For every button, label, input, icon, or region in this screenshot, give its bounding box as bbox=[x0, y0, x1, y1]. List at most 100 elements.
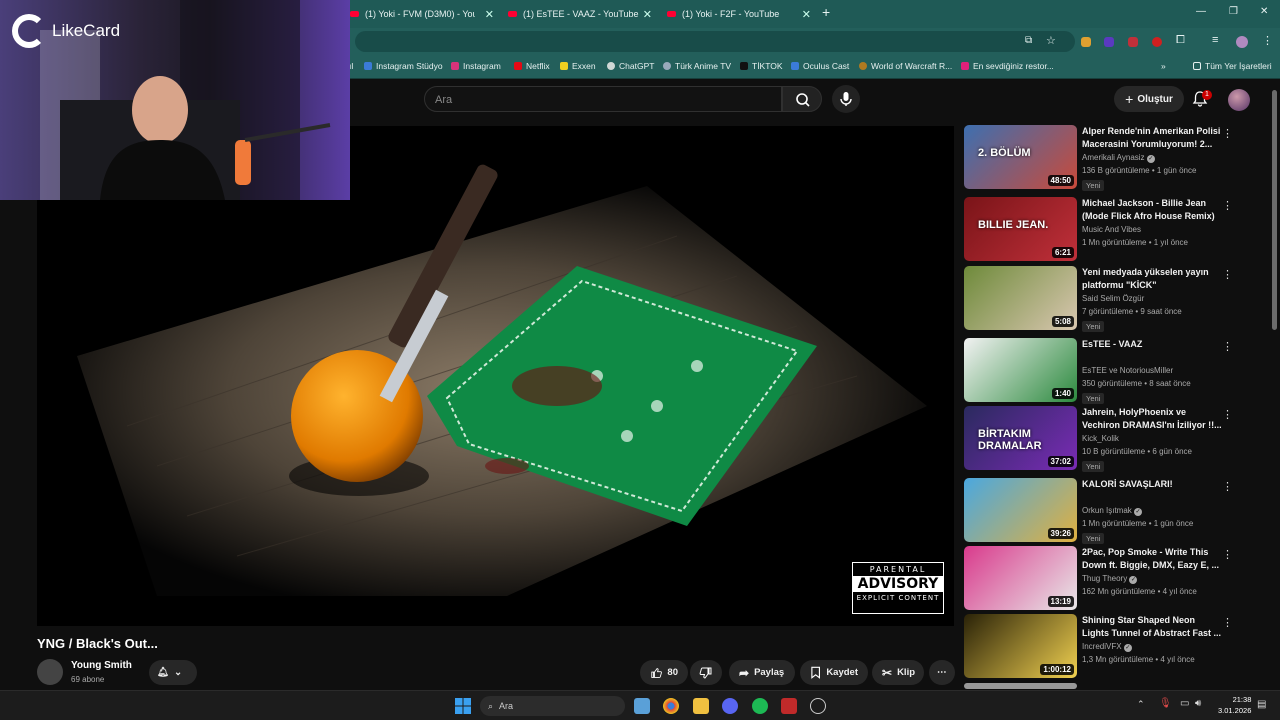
obs-icon[interactable] bbox=[810, 698, 826, 714]
video-thumbnail[interactable]: BILLIE JEAN. 6:21 bbox=[964, 197, 1077, 261]
volume-icon[interactable]: 🔊︎ bbox=[1195, 698, 1201, 709]
extension-icon[interactable] bbox=[1104, 37, 1114, 47]
close-icon[interactable]: ✕ bbox=[802, 8, 811, 21]
media-icon[interactable]: ≡ bbox=[1212, 34, 1218, 46]
bookmark-tiktok[interactable]: TİKTOK bbox=[740, 61, 783, 71]
video-thumbnail[interactable]: 13:19 bbox=[964, 546, 1077, 610]
video-thumbnail[interactable]: 39:26 bbox=[964, 478, 1077, 542]
video-thumbnail[interactable]: 1:40 bbox=[964, 338, 1077, 402]
bookmark-star-icon[interactable]: ☆ bbox=[1046, 34, 1056, 47]
recommendation-title[interactable]: Michael Jackson - Billie Jean (Mode Flic… bbox=[1082, 197, 1222, 223]
chevron-up-icon[interactable]: ⌃ bbox=[1137, 699, 1145, 710]
recommendation-channel[interactable]: Kick_Kolik bbox=[1082, 434, 1119, 443]
tab-yoki-f2f[interactable]: (1) Yoki - F2F - YouTube ✕ bbox=[667, 4, 817, 24]
close-icon[interactable]: ✕ bbox=[643, 8, 652, 21]
spotify-icon[interactable] bbox=[752, 698, 768, 714]
more-vertical-icon[interactable]: ⋮ bbox=[1222, 548, 1233, 561]
more-vertical-icon[interactable]: ⋮ bbox=[1222, 127, 1233, 140]
account-avatar[interactable] bbox=[1228, 89, 1250, 111]
bookmark-netflix[interactable]: Netflix bbox=[514, 61, 550, 71]
bookmarks-overflow-icon[interactable]: » bbox=[1161, 61, 1166, 71]
recommendation-card[interactable]: 39:26 KALORİ SAVAŞLARI! Orkun Işıtmak ✓ … bbox=[964, 478, 1264, 544]
bookmark-exxen[interactable]: Exxen bbox=[560, 61, 596, 71]
scrollbar[interactable] bbox=[1272, 90, 1277, 330]
recommendation-card[interactable]: 1:40 EsTEE - VAAZ EsTEE ve NotoriousMill… bbox=[964, 338, 1264, 404]
recommendation-title[interactable]: 2Pac, Pop Smoke - Write This Down ft. Bi… bbox=[1082, 546, 1222, 572]
restore-button[interactable]: ❐ bbox=[1229, 6, 1238, 17]
extension-icon[interactable] bbox=[1128, 37, 1138, 47]
bookmark-instagram-studio[interactable]: Instagram Stüdyo bbox=[364, 61, 443, 71]
voicemeeter-icon[interactable] bbox=[781, 698, 797, 714]
bookmark-wow[interactable]: World of Warcraft R... bbox=[859, 61, 952, 71]
new-tab-button[interactable]: + bbox=[822, 4, 830, 20]
search-input[interactable]: Ara bbox=[424, 86, 782, 112]
bookmark-oculus-cast[interactable]: Oculus Cast bbox=[791, 61, 849, 71]
recommendation-title[interactable]: KALORİ SAVAŞLARI! bbox=[1082, 478, 1222, 491]
more-vertical-icon[interactable]: ⋮ bbox=[1222, 480, 1233, 493]
all-bookmarks[interactable]: Tüm Yer İşaretleri bbox=[1193, 61, 1272, 71]
close-window-button[interactable]: ✕ bbox=[1260, 6, 1268, 17]
video-thumbnail[interactable]: BİRTAKIM DRAMALAR 37:02 bbox=[964, 406, 1077, 470]
video-thumbnail[interactable]: 2. BÖLÜM 48:50 bbox=[964, 125, 1077, 189]
taskbar-search[interactable]: ⌕ Ara bbox=[480, 696, 625, 716]
like-button[interactable]: 80 bbox=[640, 660, 688, 685]
recommendation-title[interactable]: Alper Rende'nin Amerikan Polisi Macerasi… bbox=[1082, 125, 1222, 151]
windows-start-icon[interactable] bbox=[455, 698, 471, 714]
share-button[interactable]: ➦ Paylaş bbox=[729, 660, 795, 685]
more-vertical-icon[interactable]: ⋮ bbox=[1222, 268, 1233, 281]
network-icon[interactable]: ▭ bbox=[1180, 698, 1189, 709]
more-actions-button[interactable]: ⋯ bbox=[929, 660, 955, 685]
channel-avatar[interactable] bbox=[37, 659, 63, 685]
bookmark-turk-anime[interactable]: Türk Anime TV bbox=[663, 61, 731, 71]
address-bar[interactable] bbox=[355, 31, 1075, 52]
close-icon[interactable]: ✕ bbox=[485, 8, 494, 21]
more-vertical-icon[interactable]: ⋮ bbox=[1222, 340, 1233, 353]
extension-icon[interactable] bbox=[1152, 37, 1162, 47]
install-icon[interactable]: ⧉ bbox=[1025, 35, 1032, 46]
microphone-icon[interactable]: 🎙︎ bbox=[1159, 698, 1172, 709]
recommendation-card[interactable]: BILLIE JEAN. 6:21 Michael Jackson - Bill… bbox=[964, 197, 1264, 261]
voice-search-button[interactable] bbox=[832, 85, 860, 113]
recommendation-card[interactable]: 13:19 2Pac, Pop Smoke - Write This Down … bbox=[964, 546, 1264, 610]
extensions-puzzle-icon[interactable]: ⧠ bbox=[1176, 34, 1185, 47]
recommendation-channel[interactable]: Orkun Işıtmak ✓ bbox=[1082, 506, 1143, 516]
system-clock[interactable]: 21:38 3.01.2026 bbox=[1218, 694, 1251, 716]
recommendation-channel[interactable]: IncrediVFX ✓ bbox=[1082, 642, 1132, 652]
save-button[interactable]: Kaydet bbox=[800, 660, 868, 685]
recommendation-channel[interactable]: Music And Vibes bbox=[1082, 225, 1141, 234]
notification-center-icon[interactable]: ▤ bbox=[1257, 699, 1266, 710]
tab-estee-vaaz[interactable]: (1) EsTEE - VAAZ - YouTube ✕ bbox=[508, 4, 658, 24]
dislike-button[interactable] bbox=[690, 660, 722, 685]
bookmark-chatgpt[interactable]: ChatGPT bbox=[607, 61, 654, 71]
recommendation-channel[interactable]: Thug Theory ✓ bbox=[1082, 574, 1138, 584]
recommendation-card[interactable]: BİRTAKIM DRAMALAR 37:02 Jahrein, HolyPho… bbox=[964, 406, 1264, 472]
channel-name[interactable]: Young Smith bbox=[71, 660, 132, 671]
recommendation-title[interactable]: Yeni medyada yükselen yayın platformu "K… bbox=[1082, 266, 1222, 292]
search-button[interactable] bbox=[782, 86, 822, 112]
profile-icon[interactable] bbox=[1236, 36, 1248, 48]
recommendation-channel[interactable]: Amerikali Aynasiz ✓ bbox=[1082, 153, 1155, 163]
more-menu-icon[interactable]: ⋮ bbox=[1262, 34, 1273, 47]
chrome-icon[interactable] bbox=[663, 698, 679, 714]
file-explorer-icon[interactable] bbox=[693, 698, 709, 714]
video-player[interactable] bbox=[37, 126, 954, 626]
recommendation-title[interactable]: EsTEE - VAAZ bbox=[1082, 338, 1222, 351]
clip-button[interactable]: ✂ Klip bbox=[872, 660, 924, 685]
recommendation-card[interactable]: 5:08 Yeni medyada yükselen yayın platfor… bbox=[964, 266, 1264, 332]
create-button[interactable]: + Oluştur bbox=[1114, 86, 1184, 112]
discord-icon[interactable] bbox=[722, 698, 738, 714]
recommendation-channel[interactable]: EsTEE ve NotoriousMiller bbox=[1082, 366, 1173, 375]
bookmark-yemeksepeti[interactable]: En sevdiğiniz restor... bbox=[961, 61, 1054, 71]
recommendation-card[interactable] bbox=[964, 683, 1264, 689]
more-vertical-icon[interactable]: ⋮ bbox=[1222, 408, 1233, 421]
subscribed-notifications-button[interactable]: 🔔︎ ⌄ bbox=[149, 660, 197, 685]
recommendation-channel[interactable]: Said Selim Özgür bbox=[1082, 294, 1144, 303]
recommendation-card[interactable]: 1:00:12 Shining Star Shaped Neon Lights … bbox=[964, 614, 1264, 678]
recommendation-title[interactable]: Jahrein, HolyPhoenix ve Vechiron DRAMASI… bbox=[1082, 406, 1222, 432]
more-vertical-icon[interactable]: ⋮ bbox=[1222, 616, 1233, 629]
video-thumbnail[interactable]: 5:08 bbox=[964, 266, 1077, 330]
bookmark-instagram[interactable]: Instagram bbox=[451, 61, 501, 71]
video-thumbnail[interactable] bbox=[964, 683, 1077, 689]
recommendation-card[interactable]: 2. BÖLÜM 48:50 Alper Rende'nin Amerikan … bbox=[964, 125, 1264, 191]
tab-yoki-fvm[interactable]: (1) Yoki - FVM (D3M0) - YouTube ✕ bbox=[350, 4, 500, 24]
